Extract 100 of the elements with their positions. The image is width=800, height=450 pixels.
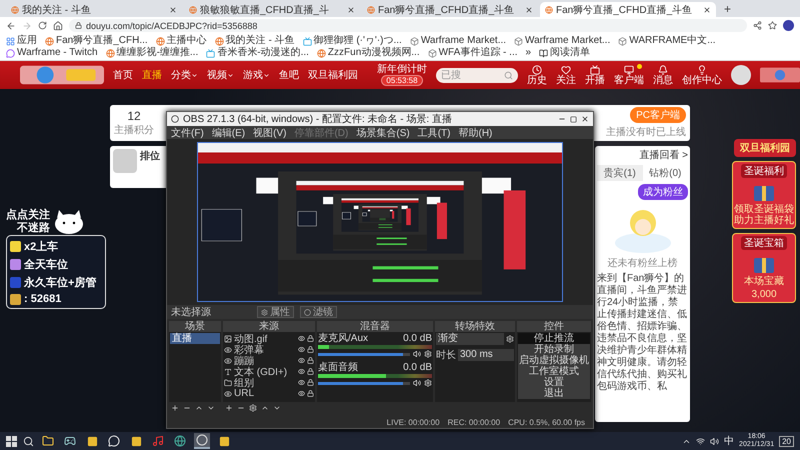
duration-field[interactable]: 300 ms: [458, 349, 514, 361]
bookmark[interactable]: 应用: [6, 35, 37, 47]
browser-tab[interactable]: Fan狮兮直播_CFHD直播_斗鱼: [540, 2, 716, 17]
nav-link[interactable]: 分类: [171, 68, 198, 82]
eye-icon[interactable]: [298, 346, 305, 353]
eye-icon[interactable]: [298, 357, 305, 364]
rank-tab[interactable]: 贵宾(1): [597, 165, 642, 181]
share-icon[interactable]: [753, 21, 762, 30]
down-icon[interactable]: [207, 404, 215, 412]
settings-icon[interactable]: [249, 404, 257, 412]
home-icon[interactable]: [53, 20, 63, 30]
source-name[interactable]: URL: [234, 388, 296, 399]
control-button[interactable]: 工作室模式: [518, 366, 590, 377]
nav-link[interactable]: 首页: [113, 68, 133, 82]
maximize-icon[interactable]: [570, 116, 577, 122]
source-name[interactable]: 蹦蹦: [234, 354, 296, 368]
lock-icon[interactable]: [307, 379, 314, 386]
source-name[interactable]: 文本 (GDI+): [234, 364, 296, 378]
nav-link[interactable]: 直播: [142, 68, 162, 82]
notification-count[interactable]: 20: [779, 436, 794, 446]
bookmark[interactable]: Warframe - Twitch: [6, 47, 98, 59]
new-tab-button[interactable]: +: [718, 2, 738, 17]
add-icon[interactable]: [225, 404, 233, 412]
lock-icon[interactable]: [307, 335, 314, 342]
control-button[interactable]: 停止推流: [518, 333, 590, 344]
menu-item[interactable]: 文件(F): [171, 126, 204, 140]
network-icon[interactable]: [696, 436, 706, 446]
source-button[interactable]: 属性: [257, 306, 294, 318]
settings-icon[interactable]: [424, 350, 432, 358]
header-action[interactable]: 关注: [556, 64, 576, 86]
menu-item[interactable]: 场景集合(S): [356, 126, 410, 140]
profile-avatar[interactable]: [783, 20, 794, 31]
browser-tab[interactable]: 我的关注 - 斗鱼: [6, 2, 182, 17]
transition-select[interactable]: 渐变: [436, 333, 504, 345]
bookmark[interactable]: 我的关注 - 斗鱼: [214, 35, 295, 47]
become-fan-button[interactable]: 成为粉丝: [638, 184, 688, 200]
close-icon[interactable]: [347, 6, 355, 14]
bookmark[interactable]: Warframe Market...: [514, 35, 610, 47]
reading-list[interactable]: 阅读清单: [539, 47, 590, 59]
down-icon[interactable]: [273, 404, 281, 412]
close-icon[interactable]: [581, 115, 589, 123]
speaker-icon[interactable]: [710, 436, 720, 446]
more-bookmarks[interactable]: »: [526, 47, 532, 59]
settings-icon[interactable]: [506, 335, 514, 343]
up-icon[interactable]: [195, 404, 203, 412]
up-icon[interactable]: [261, 404, 269, 412]
windows-logo-icon[interactable]: [6, 436, 17, 446]
control-button[interactable]: 退出: [518, 388, 590, 399]
user-avatar[interactable]: [731, 65, 751, 85]
browser-tab[interactable]: Fan狮兮直播_CFHD直播_斗鱼: [362, 2, 538, 17]
lock-icon[interactable]: [307, 390, 314, 397]
address-bar[interactable]: douyu.com/topic/ACEDBJPC?rid=5356888: [69, 19, 747, 32]
bookmark[interactable]: 缠缠影视-缠缠推...: [106, 47, 198, 59]
source-name[interactable]: 动图.gif: [234, 332, 296, 346]
close-icon[interactable]: [703, 6, 711, 14]
header-action[interactable]: 开播: [585, 64, 605, 86]
speaker-icon[interactable]: [413, 350, 421, 358]
reload-icon[interactable]: [38, 21, 47, 30]
nav-link[interactable]: 视频: [207, 68, 234, 82]
control-button[interactable]: 开始录制: [518, 344, 590, 355]
bookmark[interactable]: WARFRAME中文...: [618, 35, 716, 47]
taskbar-app[interactable]: [194, 433, 210, 449]
add-icon[interactable]: [171, 404, 179, 412]
speaker-icon[interactable]: [413, 379, 421, 387]
search-icon[interactable]: [23, 436, 34, 446]
control-button[interactable]: 启动虚拟摄像机: [518, 355, 590, 366]
settings-icon[interactable]: [424, 379, 432, 387]
replay-link[interactable]: 直播回看 >: [639, 148, 688, 162]
close-icon[interactable]: [525, 6, 533, 14]
bookmark[interactable]: Warframe Market...: [410, 35, 506, 47]
bookmark[interactable]: 主播中心: [156, 35, 207, 47]
nav-link[interactable]: 鱼吧: [279, 68, 299, 82]
menu-item[interactable]: 帮助(H): [458, 126, 492, 140]
menu-item[interactable]: 编辑(E): [212, 126, 246, 140]
menu-item[interactable]: 工具(T): [418, 126, 450, 140]
source-button[interactable]: 滤镜: [300, 306, 337, 318]
header-action[interactable]: 客户端: [614, 64, 644, 86]
bookmark[interactable]: WFA事件追踪 - ...: [428, 47, 518, 59]
lock-icon[interactable]: [307, 357, 314, 364]
header-action[interactable]: 历史: [527, 64, 547, 86]
header-action[interactable]: 消息: [653, 64, 673, 86]
control-button[interactable]: 设置: [518, 377, 590, 388]
lock-icon[interactable]: [307, 346, 314, 353]
star-icon[interactable]: [768, 21, 777, 30]
back-icon[interactable]: [6, 20, 16, 30]
lock-icon[interactable]: [307, 368, 314, 375]
source-name[interactable]: 彩弹幕: [234, 342, 296, 356]
scene-item[interactable]: 直播: [170, 333, 220, 344]
bookmark[interactable]: Fan狮兮直播_CFH...: [45, 35, 148, 47]
record-icon[interactable]: [196, 434, 208, 446]
nav-link[interactable]: 双旦福利园: [308, 68, 358, 82]
nav-link[interactable]: 游戏: [243, 68, 270, 82]
bookmark[interactable]: 香米香米-动漫迷的...: [206, 47, 309, 59]
menu-item[interactable]: 视图(V): [253, 126, 286, 140]
browser-tab[interactable]: 狼敏狼敏直播_CFHD直播_斗: [184, 2, 360, 17]
close-icon[interactable]: [169, 6, 177, 14]
eye-icon[interactable]: [298, 390, 305, 397]
header-action[interactable]: 创作中心: [682, 64, 722, 86]
eye-icon[interactable]: [298, 379, 305, 386]
bookmark[interactable]: 御狸御狸 (·'ヮ'·)つ...: [302, 35, 402, 47]
